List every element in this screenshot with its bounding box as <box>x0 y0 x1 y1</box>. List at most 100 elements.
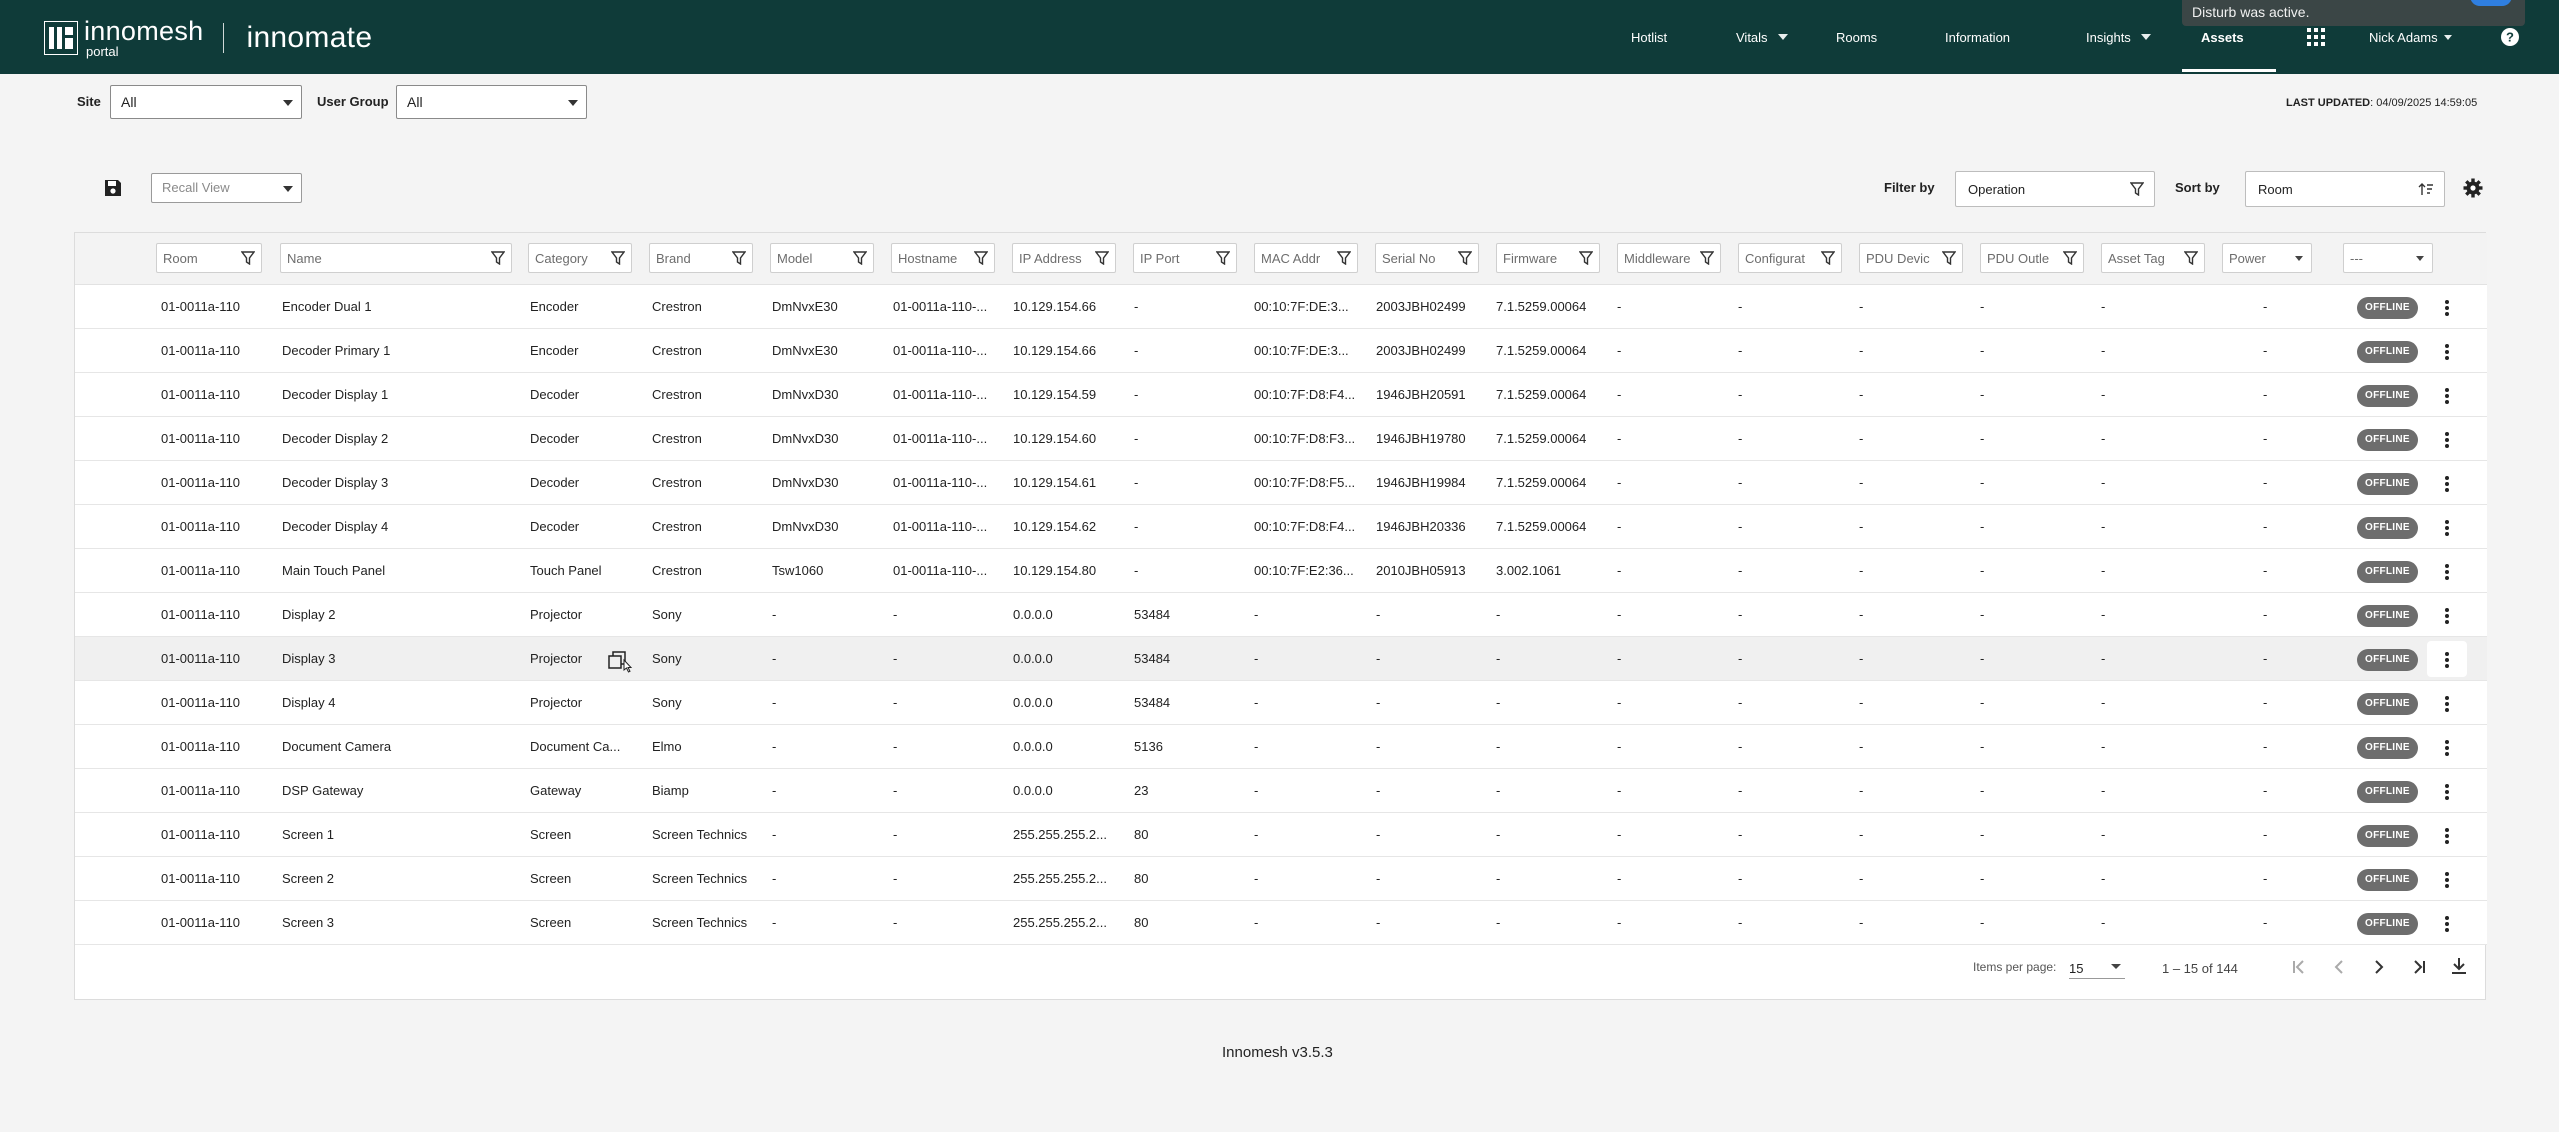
cell-category: Projector <box>530 607 583 622</box>
recall-view-select[interactable]: Recall View <box>151 173 302 203</box>
more-vert-icon[interactable] <box>2437 737 2457 759</box>
cell-ip-port: - <box>1134 475 1139 490</box>
cell-ip-port: - <box>1134 343 1139 358</box>
cell-name: Screen 3 <box>282 915 335 930</box>
table-row[interactable]: 01-0011a-110 Screen 1 Screen Screen Technic… <box>75 813 2487 857</box>
cell-model: - <box>772 607 777 622</box>
nav-rooms[interactable]: Rooms <box>1836 0 1877 74</box>
cell-category: Projector <box>530 695 583 710</box>
cell-name: Decoder Display 2 <box>282 431 389 446</box>
more-vert-icon[interactable] <box>2437 341 2457 363</box>
cell-pdu-outlet: - <box>1980 739 1985 754</box>
column-filter-hostname[interactable]: Hostname <box>891 243 995 273</box>
copy-icon[interactable] <box>607 651 637 673</box>
cell-category: Screen <box>530 827 572 842</box>
cell-asset-tag: - <box>2101 343 2106 358</box>
cell-ip-port: - <box>1134 387 1139 402</box>
sort-by-select[interactable]: Room <box>2245 171 2445 207</box>
more-vert-icon[interactable] <box>2437 429 2457 451</box>
more-vert-icon[interactable] <box>2437 693 2457 715</box>
table-row[interactable]: 01-0011a-110 Decoder Display 3 Decoder Cres… <box>75 461 2487 505</box>
download-button[interactable] <box>2448 955 2470 977</box>
column-filter-serial-no[interactable]: Serial No <box>1375 243 1479 273</box>
table-row[interactable]: 01-0011a-110 Display 2 Projector Sony - - 0.0.… <box>75 593 2487 637</box>
column-filter-asset-tag[interactable]: Asset Tag <box>2101 243 2205 273</box>
cell-firmware: - <box>1496 739 1501 754</box>
nav-hotlist[interactable]: Hotlist <box>1631 0 1667 74</box>
cell-asset-tag: - <box>2101 871 2106 886</box>
column-filter-model[interactable]: Model <box>770 243 874 273</box>
table-row[interactable]: 01-0011a-110 Display 4 Projector Sony - - 0.0.… <box>75 681 2487 725</box>
cell-room: 01-0011a-110 <box>161 299 241 314</box>
brand-logo[interactable]: innomesh portal innomate <box>44 18 372 58</box>
column-filter-name[interactable]: Name <box>280 243 512 273</box>
table-row[interactable]: 01-0011a-110 DSP Gateway Gateway Biamp - - 0.0… <box>75 769 2487 813</box>
column-filter-firmware[interactable]: Firmware <box>1496 243 1600 273</box>
nav-vitals[interactable]: Vitals <box>1736 0 1788 74</box>
cell-firmware: 7.1.5259.00064 <box>1496 299 1587 314</box>
user-group-select[interactable]: All <box>396 85 587 119</box>
column-filter-configuration[interactable]: Configurat <box>1738 243 1842 273</box>
more-vert-icon[interactable] <box>2437 561 2457 583</box>
more-vert-icon[interactable] <box>2437 913 2457 935</box>
cell-firmware: - <box>1496 915 1501 930</box>
column-filter-room[interactable]: Room <box>156 243 262 273</box>
table-row[interactable]: 01-0011a-110 Decoder Display 4 Decoder Cres… <box>75 505 2487 549</box>
table-row[interactable]: 01-0011a-110 Document Camera Document Ca..… <box>75 725 2487 769</box>
cell-firmware: 3.002.1061 <box>1496 563 1562 578</box>
column-filter-pdu-outlet[interactable]: PDU Outle <box>1980 243 2084 273</box>
nav-information[interactable]: Information <box>1945 0 2010 74</box>
more-vert-icon[interactable] <box>2437 825 2457 847</box>
table-row[interactable]: 01-0011a-110 Screen 2 Screen Screen Technic… <box>75 857 2487 901</box>
cell-ip-port: 53484 <box>1134 607 1171 622</box>
last-page-button[interactable] <box>2408 956 2430 978</box>
cell-name: Display 2 <box>282 607 336 622</box>
status-badge: OFFLINE <box>2357 341 2418 363</box>
cell-asset-tag: - <box>2101 915 2106 930</box>
table-row[interactable]: 01-0011a-110 Encoder Dual 1 Encoder Crestro… <box>75 285 2487 329</box>
more-vert-icon[interactable] <box>2437 649 2457 671</box>
more-vert-icon[interactable] <box>2437 605 2457 627</box>
column-filter-brand[interactable]: Brand <box>649 243 753 273</box>
cell-configuration: - <box>1738 343 1743 358</box>
site-select[interactable]: All <box>110 85 302 119</box>
cell-mac-address: 00:10:7F:D8:F3... <box>1254 431 1356 446</box>
cell-firmware: 7.1.5259.00064 <box>1496 387 1587 402</box>
save-view-button[interactable] <box>104 179 124 199</box>
nav-insights[interactable]: Insights <box>2086 0 2151 74</box>
more-vert-icon[interactable] <box>2437 385 2457 407</box>
prev-page-button[interactable] <box>2328 956 2350 978</box>
filter-icon <box>1216 251 1230 265</box>
filter-by-select[interactable]: Operation <box>1955 171 2155 207</box>
more-vert-icon[interactable] <box>2437 297 2457 319</box>
table-row[interactable]: 01-0011a-110 Screen 3 Screen Screen Technic… <box>75 901 2487 945</box>
column-filter-power[interactable]: Power <box>2222 243 2312 273</box>
column-filter-pdu-device[interactable]: PDU Devic <box>1859 243 1963 273</box>
cell-name: Display 4 <box>282 695 336 710</box>
cell-configuration: - <box>1738 563 1743 578</box>
more-vert-icon[interactable] <box>2437 781 2457 803</box>
table-row[interactable]: 01-0011a-110 Decoder Display 2 Decoder Cres… <box>75 417 2487 461</box>
dropdown-arrow-icon <box>2111 964 2121 969</box>
items-per-page-select[interactable]: 15 <box>2069 955 2125 979</box>
first-page-button[interactable] <box>2288 956 2310 978</box>
column-filter-ip-address[interactable]: IP Address <box>1012 243 1116 273</box>
cell-firmware: - <box>1496 871 1501 886</box>
next-page-button[interactable] <box>2368 956 2390 978</box>
cell-ip-port: 80 <box>1134 915 1149 930</box>
table-row[interactable]: 01-0011a-110 Decoder Display 1 Decoder Cres… <box>75 373 2487 417</box>
more-vert-icon[interactable] <box>2437 473 2457 495</box>
table-row[interactable]: 01-0011a-110 Display 3 Projector Sony - -0.0.… <box>75 637 2487 681</box>
column-filter-mac-address[interactable]: MAC Addr <box>1254 243 1358 273</box>
table-settings-button[interactable] <box>2463 178 2485 200</box>
column-filter-ip-port[interactable]: IP Port <box>1133 243 1237 273</box>
more-vert-icon[interactable] <box>2437 517 2457 539</box>
column-filter-category[interactable]: Category <box>528 243 632 273</box>
cell-mac-address: - <box>1254 871 1259 886</box>
table-row[interactable]: 01-0011a-110 Decoder Primary 1 Encoder Cres… <box>75 329 2487 373</box>
column-filter-extra[interactable]: --- <box>2343 243 2433 273</box>
table-row[interactable]: 01-0011a-110 Main Touch Panel Touch Panel C… <box>75 549 2487 593</box>
column-filter-middleware[interactable]: Middleware <box>1617 243 1721 273</box>
more-vert-icon[interactable] <box>2437 869 2457 891</box>
status-badge: OFFLINE <box>2357 385 2418 407</box>
